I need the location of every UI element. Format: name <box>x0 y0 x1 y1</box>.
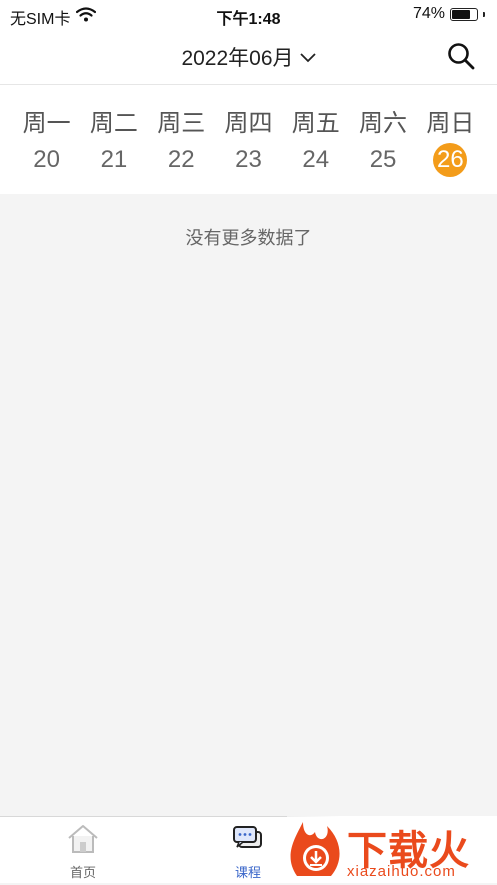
status-right: 74% <box>413 5 485 23</box>
tab-home[interactable]: 首页 <box>48 823 118 881</box>
watermark: 下载火 xiazaihuo.com <box>287 816 497 883</box>
date-cell: 23 <box>215 143 282 177</box>
date-cell: 22 <box>148 143 215 177</box>
date-row: 20 21 22 23 24 25 26 <box>13 143 484 177</box>
date-button[interactable]: 20 <box>30 143 64 177</box>
date-cell: 24 <box>282 143 349 177</box>
chevron-down-icon <box>299 45 316 69</box>
chat-icon <box>231 826 265 859</box>
watermark-subtitle: xiazaihuo.com <box>347 863 456 880</box>
date-cell: 25 <box>349 143 416 177</box>
month-label: 2022年06月 <box>181 47 294 70</box>
battery-tip <box>483 11 485 17</box>
tab-course-label: 课程 <box>234 865 261 880</box>
battery-icon <box>450 7 478 21</box>
date-button[interactable]: 21 <box>97 143 131 177</box>
tab-course[interactable]: 课程 <box>213 823 283 881</box>
status-bar: 无SIM卡 下午1:48 74% <box>0 0 497 28</box>
weekday-label: 周二 <box>89 110 138 137</box>
weekday-row: 周一 周二 周三 周四 周五 周六 周日 <box>13 103 484 138</box>
weekday-label: 周日 <box>426 110 475 137</box>
date-button[interactable]: 25 <box>366 143 400 177</box>
empty-message: 没有更多数据了 <box>185 228 312 248</box>
weekday-label: 周四 <box>224 110 273 137</box>
weekday-label: 周六 <box>359 110 408 137</box>
tab-bar: 首页 课程 下载火 xiazaihuo.com <box>0 816 497 883</box>
date-cell: 26 <box>417 143 484 177</box>
search-icon[interactable] <box>447 42 475 70</box>
weekday-label: 周五 <box>291 110 340 137</box>
battery-percent: 74% <box>412 5 445 22</box>
date-cell: 20 <box>13 143 80 177</box>
date-button[interactable]: 22 <box>164 143 198 177</box>
schedule-content[interactable]: 没有更多数据了 <box>0 194 497 816</box>
date-cell: 21 <box>80 143 147 177</box>
date-button[interactable]: 23 <box>231 143 265 177</box>
house-icon <box>66 825 100 859</box>
tab-home-label: 首页 <box>69 865 96 880</box>
week-calendar: 周一 周二 周三 周四 周五 周六 周日 20 21 22 23 24 25 2… <box>0 85 497 194</box>
month-picker[interactable]: 2022年06月 <box>159 42 339 72</box>
date-button-selected[interactable]: 26 <box>433 143 468 177</box>
weekday-label: 周三 <box>157 110 206 137</box>
flame-logo-icon <box>287 818 345 885</box>
top-nav: 2022年06月 <box>0 28 497 85</box>
date-button[interactable]: 24 <box>299 143 333 177</box>
weekday-label: 周一 <box>22 110 71 137</box>
